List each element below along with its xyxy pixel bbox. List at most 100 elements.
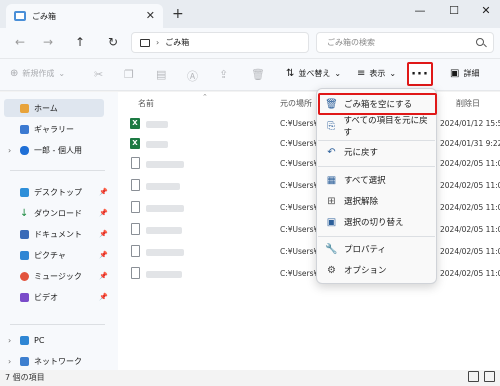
doc-icon bbox=[131, 179, 140, 191]
column-header-deleted[interactable]: 削除日 bbox=[456, 98, 480, 109]
menu-item-restore-all[interactable]: ⎘ すべての項目を元に戻す bbox=[322, 116, 432, 138]
table-row[interactable]: C:¥Users¥ 2024/02/05 11:00 bbox=[128, 198, 500, 218]
address-path: ごみ箱 bbox=[165, 38, 190, 47]
sidebar-item-desktop[interactable]: デスクトップ 📌 bbox=[6, 183, 108, 201]
column-header-name[interactable]: 名前 bbox=[138, 98, 154, 109]
chevron-right-icon: › bbox=[8, 145, 12, 155]
chevron-right-icon: › bbox=[8, 335, 12, 345]
scrollbar[interactable] bbox=[490, 95, 494, 365]
sort-icon: ⇅ bbox=[286, 68, 295, 79]
up-icon[interactable]: ↑ bbox=[70, 35, 90, 49]
location-cell: C:¥Users¥ bbox=[280, 181, 319, 190]
sidebar-item-music[interactable]: ミュージック 📌 bbox=[6, 267, 108, 285]
view-toggle bbox=[468, 371, 495, 382]
divider bbox=[10, 170, 105, 171]
table-row[interactable]: C:¥Users¥ 2024/02/05 11:00 bbox=[128, 242, 500, 262]
column-header-location[interactable]: 元の場所 bbox=[280, 98, 312, 109]
redacted-filename bbox=[146, 121, 168, 128]
gallery-icon bbox=[20, 124, 29, 134]
view-icon: ≡ bbox=[357, 68, 366, 79]
forward-icon[interactable]: → bbox=[38, 35, 58, 49]
sidebar-item-label: ピクチャ bbox=[34, 250, 66, 260]
sidebar-item-label: 一郎 - 個人用 bbox=[34, 145, 82, 155]
search-input[interactable]: ごみ箱の検索 bbox=[316, 32, 494, 53]
menu-item-select-all[interactable]: ▦ すべて選択 bbox=[322, 170, 432, 190]
share-icon[interactable]: ⇪ bbox=[219, 68, 228, 81]
redacted-filename bbox=[146, 271, 182, 278]
sidebar-item-pictures[interactable]: ピクチャ 📌 bbox=[6, 246, 108, 264]
view-button[interactable]: ≡ 表示 ⌄ bbox=[357, 68, 396, 79]
sidebar-item-pc[interactable]: › PC bbox=[6, 331, 106, 349]
sidebar-item-label: ダウンロード bbox=[34, 208, 82, 218]
details-view-icon[interactable] bbox=[468, 371, 479, 382]
location-cell: C:¥Users¥ bbox=[280, 269, 319, 278]
status-bar bbox=[0, 370, 500, 386]
sidebar-item-label: ビデオ bbox=[34, 292, 58, 302]
rename-icon[interactable]: Ⓐ bbox=[187, 68, 198, 84]
table-row[interactable]: C:¥Users¥ 2024/02/05 11:00 bbox=[128, 176, 500, 196]
new-button[interactable]: ⊕ 新規作成 ⌄ bbox=[10, 68, 65, 79]
music-icon bbox=[20, 271, 29, 281]
tab-title: ごみ箱 bbox=[32, 11, 56, 21]
location-cell: C:¥Users¥ bbox=[280, 247, 319, 256]
table-row[interactable]: C:¥Users¥ 2024/02/05 11:00 bbox=[128, 220, 500, 240]
pin-icon: 📌 bbox=[99, 272, 108, 280]
chevron-down-icon: ⌄ bbox=[58, 69, 66, 78]
sidebar-item-videos[interactable]: ビデオ 📌 bbox=[6, 288, 108, 306]
menu-item-properties[interactable]: 🔧 プロパティ bbox=[322, 239, 432, 259]
gear-icon: ⚙ bbox=[327, 264, 336, 276]
pin-icon: 📌 bbox=[99, 209, 108, 217]
pin-icon: 📌 bbox=[99, 251, 108, 259]
close-tab-icon[interactable]: ✕ bbox=[146, 9, 155, 22]
sidebar-item-home[interactable]: ホーム bbox=[6, 99, 106, 117]
table-row[interactable]: C:¥Users¥ 2024/02/05 11:00 bbox=[128, 264, 500, 284]
minimize-button[interactable]: — bbox=[405, 4, 435, 17]
menu-item-invert-selection[interactable]: ▣ 選択の切り替え bbox=[322, 212, 432, 232]
delete-icon[interactable]: 🗑 bbox=[251, 68, 265, 81]
menu-item-label: 元に戻す bbox=[344, 148, 379, 158]
menu-separator bbox=[318, 236, 435, 237]
redacted-filename bbox=[146, 183, 180, 190]
paste-icon[interactable]: ▤ bbox=[156, 68, 166, 81]
sidebar-item-documents[interactable]: ドキュメント 📌 bbox=[6, 225, 108, 243]
sort-button[interactable]: ⇅ 並べ替え ⌄ bbox=[286, 68, 341, 79]
tab-recycle-bin[interactable]: ごみ箱 ✕ bbox=[6, 4, 163, 28]
new-tab-button[interactable]: + bbox=[172, 6, 184, 22]
network-icon bbox=[20, 356, 29, 366]
sidebar-item-downloads[interactable]: ↓ ダウンロード 📌 bbox=[6, 204, 108, 222]
location-cell: C:¥Users¥ bbox=[280, 159, 319, 168]
sidebar-item-label: ドキュメント bbox=[34, 229, 82, 239]
see-more-button[interactable]: ··· bbox=[407, 62, 433, 86]
copy-icon[interactable]: ❐ bbox=[124, 68, 134, 81]
menu-item-label: 選択の切り替え bbox=[344, 218, 404, 228]
plus-circle-icon: ⊕ bbox=[10, 68, 19, 79]
location-cell: C:¥Users¥ bbox=[280, 139, 319, 148]
location-cell: C:¥Users¥ bbox=[280, 203, 319, 212]
tiles-view-icon[interactable] bbox=[484, 371, 495, 382]
sidebar-item-onedrive[interactable]: › 一郎 - 個人用 bbox=[6, 141, 106, 159]
back-icon[interactable]: ← bbox=[10, 35, 30, 49]
refresh-icon[interactable]: ↻ bbox=[103, 35, 123, 49]
cut-icon[interactable]: ✂ bbox=[94, 68, 103, 81]
sidebar-item-network[interactable]: › ネットワーク bbox=[6, 352, 106, 370]
doc-icon bbox=[131, 245, 140, 257]
menu-item-label: すべて選択 bbox=[344, 176, 386, 186]
excel-icon: X bbox=[130, 138, 140, 149]
divider bbox=[10, 324, 105, 325]
excel-icon: X bbox=[130, 118, 140, 129]
table-row[interactable]: X C:¥Users¥ 2024/01/12 15:52 bbox=[128, 114, 500, 134]
home-icon bbox=[20, 103, 29, 113]
sidebar-item-gallery[interactable]: ギャラリー bbox=[6, 120, 106, 138]
menu-item-options[interactable]: ⚙ オプション bbox=[322, 260, 432, 280]
address-bar[interactable]: › ごみ箱 bbox=[131, 32, 309, 53]
close-window-button[interactable]: ✕ bbox=[471, 4, 500, 17]
menu-item-label: オプション bbox=[344, 266, 387, 276]
details-button[interactable]: ▣ 詳細 bbox=[450, 68, 479, 79]
table-row[interactable]: C:¥Users¥ 2024/02/05 11:00 bbox=[128, 154, 500, 174]
menu-item-undo[interactable]: ↶ 元に戻す bbox=[322, 142, 432, 162]
wrench-icon: 🔧 bbox=[325, 243, 338, 255]
select-all-icon: ▦ bbox=[326, 174, 337, 186]
menu-item-select-none[interactable]: ⊞ 選択解除 bbox=[322, 191, 432, 211]
maximize-button[interactable]: ☐ bbox=[439, 4, 469, 17]
table-row[interactable]: X C:¥Users¥ 2024/01/31 9:22 bbox=[128, 134, 500, 154]
